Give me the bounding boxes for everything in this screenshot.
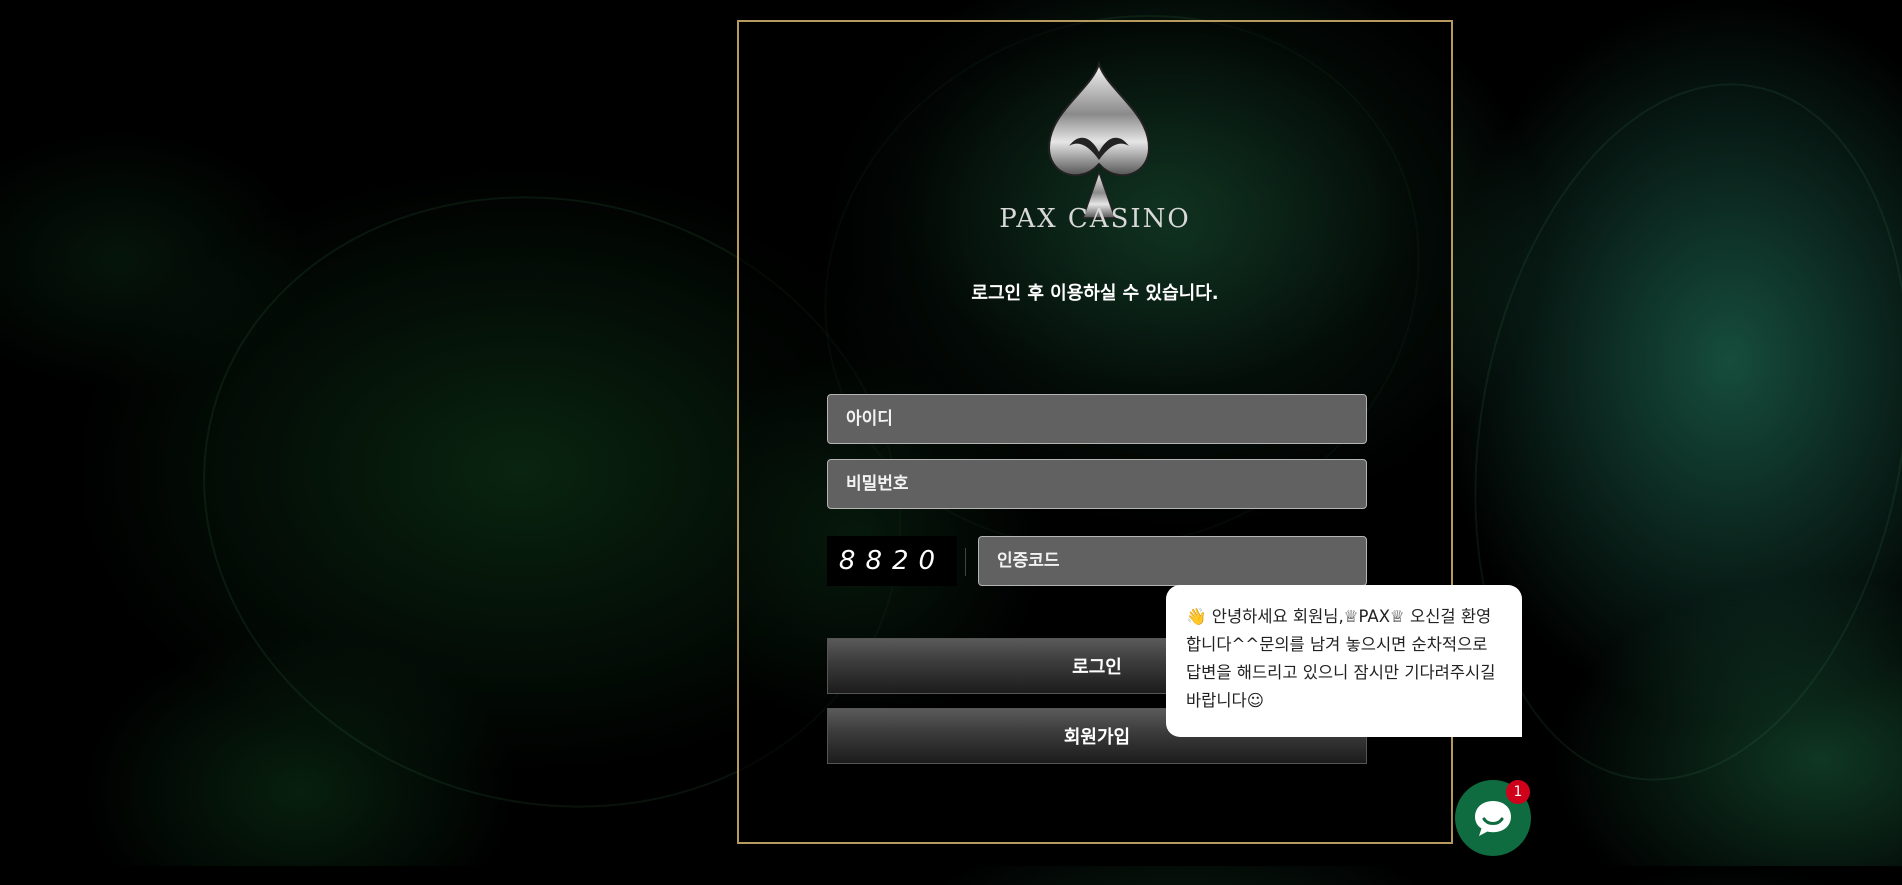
captcha-divider <box>965 548 966 576</box>
spade-logo-icon <box>1047 60 1151 219</box>
username-input[interactable] <box>827 394 1367 444</box>
chat-icon <box>1475 801 1511 836</box>
password-input[interactable] <box>827 459 1367 509</box>
login-notice: 로그인 후 이용하실 수 있습니다. <box>971 283 1219 304</box>
captcha-input[interactable] <box>978 536 1367 586</box>
unread-badge: 1 <box>1506 780 1530 804</box>
chat-greeting-bubble[interactable]: 👋 안녕하세요 회원님,♕PAX♕ 오신걸 환영합니다^^문의를 남겨 놓으시면… <box>1166 585 1522 737</box>
captcha-image: 8820 <box>827 536 957 586</box>
brand-name: PAX CASINO <box>999 204 1191 234</box>
